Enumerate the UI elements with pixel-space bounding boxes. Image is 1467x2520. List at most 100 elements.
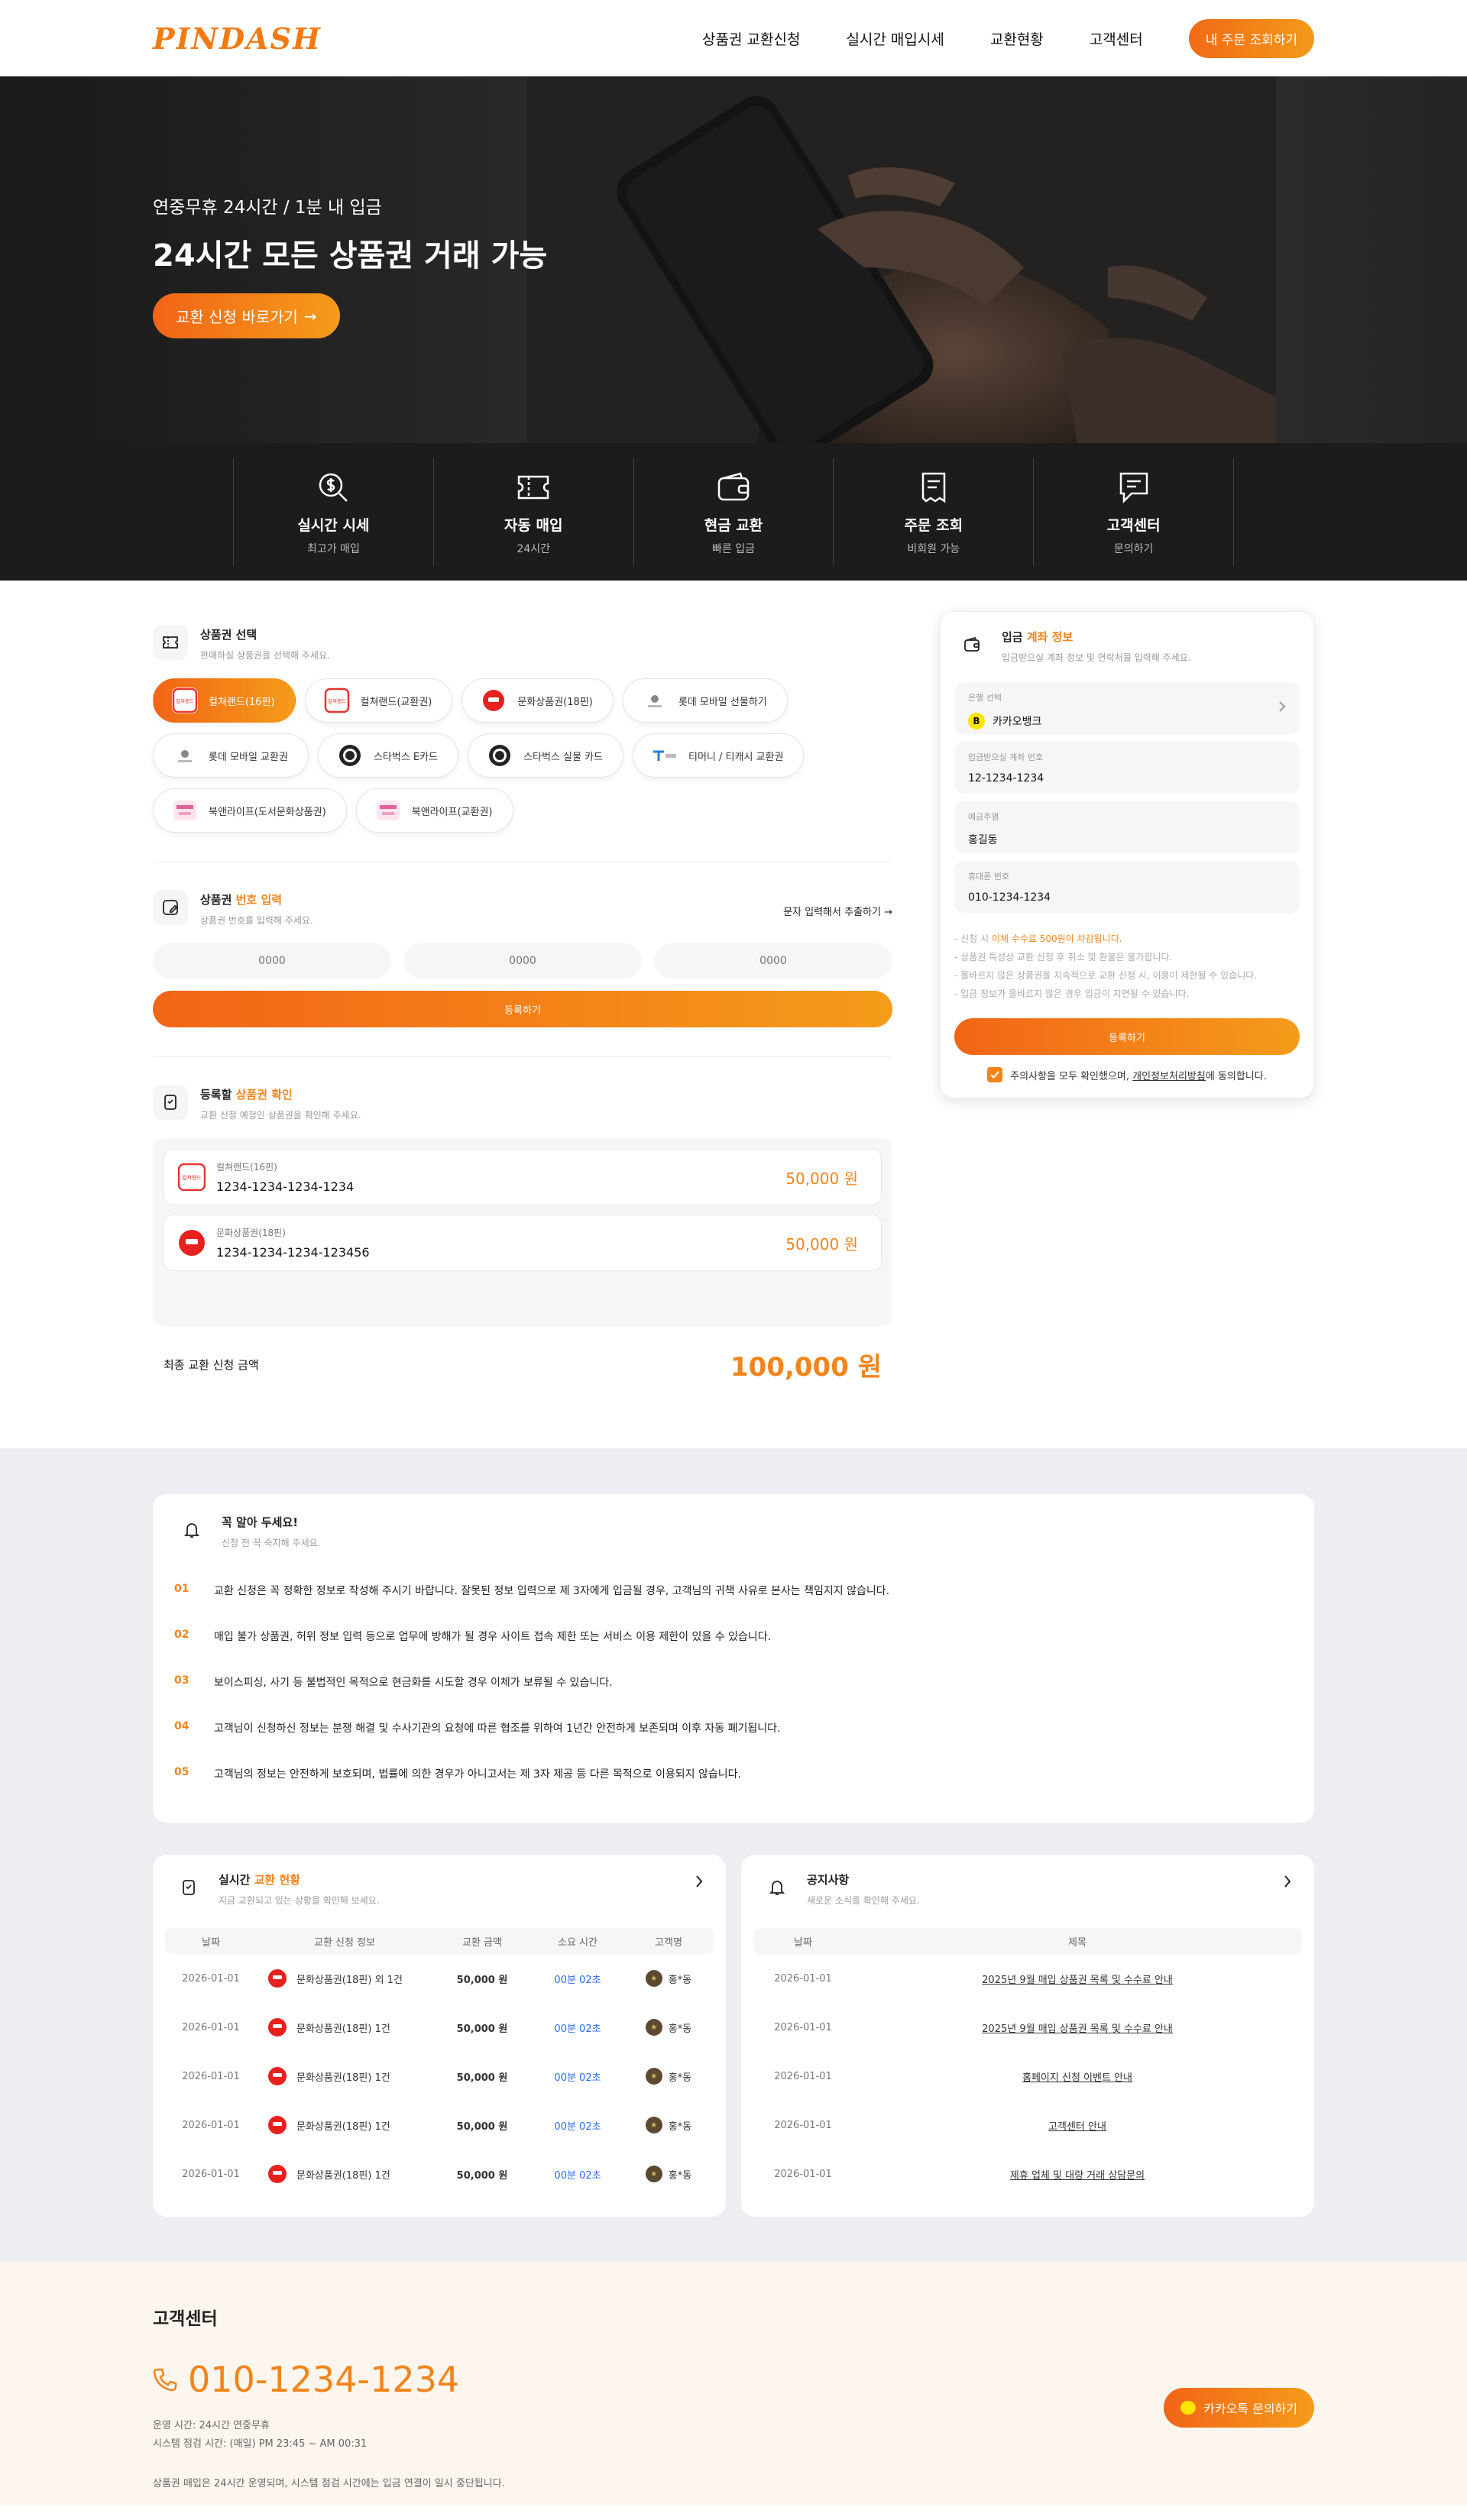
chip-cultureland-16[interactable]: 컬쳐랜드 컬쳐랜드(16핀) (153, 678, 296, 723)
field-label: 입금받으실 계좌 번호 (968, 752, 1044, 762)
table-row[interactable]: 2026-01-01 고객센터 안내 (753, 2101, 1302, 2150)
pin-input-3[interactable] (654, 943, 892, 979)
svg-text:컬쳐랜드: 컬쳐랜드 (182, 1174, 202, 1181)
registered-voucher[interactable]: 문화상품권(18핀) 1234-1234-1234-123456 50,000 … (164, 1215, 882, 1271)
voucher-logo-icon (374, 797, 401, 823)
culture-voucher-logo-icon (268, 2067, 287, 2085)
phone-field[interactable]: 휴대폰 번호 010-1234-1234 (954, 861, 1300, 913)
agree-row[interactable]: 주의사항을 모두 확인했으며, 개인정보처리방침에 동의합니다. (954, 1067, 1300, 1082)
site-footer: 고객센터 010-1234-1234 운영 시간: 24시간 연중무휴 시스템 … (0, 2261, 1467, 2505)
nav-support[interactable]: 고객센터 (1090, 28, 1143, 49)
chip-starbucks-ecard[interactable]: 스타벅스 E카드 (317, 733, 459, 778)
account-holder-field[interactable]: 예금주명 홍길동 (954, 801, 1300, 853)
table-row[interactable]: 2026-01-01 2025년 9월 매입 상품권 목록 및 수수료 안내 (753, 1954, 1302, 2003)
note-restrict: - 올바르지 않은 상품권을 지속적으로 교환 신청 시, 이용이 제한될 수 … (954, 970, 1258, 981)
notice-text: 고객님이 신청하신 정보는 분쟁 해결 및 수사기관의 요청에 따른 협조를 위… (214, 1723, 781, 1735)
table-row[interactable]: 2026-01-01 제휴 업체 및 대량 거래 상담문의 (753, 2150, 1302, 2198)
chip-booknlife[interactable]: 북앤라이프(도서문화상품권) (153, 788, 347, 833)
row-customer: ★ 홍*동 (623, 2166, 714, 2182)
row-customer: ★ 홍*동 (623, 1970, 714, 1987)
pin-register-button[interactable]: 등록하기 (153, 991, 892, 1027)
chip-tmoney[interactable]: 티머니 / 티캐시 교환권 (633, 733, 805, 778)
table-row[interactable]: 2026-01-01 문화상품권(18핀) 1건 50,000 원 00분 02초 ★ 홍… (165, 2052, 714, 2101)
hero-subtitle: 연중무휴 24시간 / 1분 내 입금 (153, 198, 382, 218)
receipt-icon (915, 468, 953, 506)
note-refund: - 상품권 특성상 교환 신청 후 취소 및 환불은 불가합니다. (954, 952, 1173, 962)
row-title-link[interactable]: 제휴 업체 및 대량 거래 상담문의 (853, 2167, 1302, 2182)
ticket-icon (514, 468, 552, 506)
privacy-policy-link[interactable]: 개인정보처리방침 (1132, 1071, 1206, 1082)
section-title: 입금 계좌 정보 (1002, 630, 1074, 644)
sms-extract-link[interactable]: 문자 입력해서 추출하기 → (783, 904, 892, 918)
row-date: 2026-01-01 (774, 2021, 832, 2033)
total-amount: 100,000 원 (730, 1352, 882, 1383)
feature-live-price[interactable]: 실시간 시세 최고가 매입 (233, 458, 433, 565)
feature-auto-buy[interactable]: 자동 매입 24시간 (432, 458, 633, 565)
footer-maintenance: 시스템 점검 시간: (매일) PM 23:45 ~ AM 00:31 (153, 2438, 368, 2450)
table-header: 날짜 교환 신청 정보 교환 금액 소요 시간 고객명 (165, 1928, 714, 1954)
chip-starbucks-card[interactable]: 스타벅스 실물 카드 (468, 733, 624, 778)
feature-order-lookup[interactable]: 주문 조회 비회원 가능 (833, 458, 1033, 565)
voucher-amount: 50,000 원 (785, 1234, 858, 1254)
section-desc: 상품권 번호를 입력해 주세요. (200, 915, 313, 926)
row-title-link[interactable]: 고객센터 안내 (853, 2118, 1302, 2133)
wallet-icon (714, 468, 753, 506)
culture-voucher-logo-icon (178, 1229, 206, 1257)
chip-cultureland-voucher[interactable]: 컬쳐랜드 컬쳐랜드(교환권) (304, 678, 453, 723)
pin-input-section: 상품권 번호 입력 상품권 번호를 입력해 주세요. 문자 입력해서 추출하기 … (153, 890, 892, 1027)
table-row[interactable]: 2026-01-01 문화상품권(18핀) 1건 50,000 원 00분 02초 ★ 홍… (165, 2003, 714, 2052)
chip-label: 문화상품권(18핀) (517, 696, 593, 708)
chip-culture-voucher-18[interactable]: 문화상품권(18핀) (461, 678, 614, 723)
bank-select[interactable]: 은행 선택 B 카카오뱅크 (954, 682, 1300, 734)
voucher-logo-icon (652, 742, 678, 768)
chip-label: 롯데 모바일 선물하기 (678, 696, 767, 708)
deposit-card: 입금 계좌 정보 입금받으실 계좌 정보 및 연락처를 입력해 주세요. 은행 … (940, 611, 1314, 1098)
nav-live-price[interactable]: 실시간 매입시세 (846, 28, 944, 49)
footer-phone[interactable]: 010-1234-1234 (153, 2359, 1314, 2400)
nav-exchange[interactable]: 상품권 교환신청 (702, 28, 800, 49)
table-row[interactable]: 2026-01-01 홈페이지 신청 이벤트 안내 (753, 2052, 1302, 2101)
feature-support[interactable]: 고객센터 문의하기 (1033, 458, 1234, 565)
chip-lotte-gift[interactable]: 롯데 모바일 선물하기 (622, 678, 788, 723)
feature-cash[interactable]: 현금 교환 빠른 입금 (633, 458, 834, 565)
main-nav: 상품권 교환신청 실시간 매입시세 교환현황 고객센터 내 주문 조회하기 (702, 18, 1314, 58)
logo[interactable]: PINDASH (153, 21, 322, 56)
chip-lotte-voucher[interactable]: 롯데 모바일 교환권 (153, 733, 309, 778)
row-info: 문화상품권(18핀) 1건 (257, 2066, 432, 2086)
hero-exchange-button[interactable]: 교환 신청 바로가기 → (153, 293, 340, 338)
table-row[interactable]: 2026-01-01 문화상품권(18핀) 1건 50,000 원 00분 02초 ★ 홍… (165, 2101, 714, 2150)
chevron-right-icon[interactable] (695, 1875, 703, 1891)
account-number-field[interactable]: 입금받으실 계좌 번호 12-1234-1234 (954, 742, 1300, 794)
chevron-right-icon[interactable] (1284, 1875, 1291, 1891)
field-label: 휴대폰 번호 (968, 872, 1010, 882)
row-time: 00분 02초 (554, 2023, 601, 2035)
chip-booknlife-voucher[interactable]: 북앤라이프(교환권) (355, 788, 513, 833)
nav-status[interactable]: 교환현황 (990, 28, 1044, 49)
row-date: 2026-01-01 (182, 1972, 240, 1985)
table-row[interactable]: 2026-01-01 문화상품권(18핀) 외 1건 50,000 원 00분 02초… (165, 1954, 714, 2003)
row-amount: 50,000 원 (456, 2072, 508, 2084)
table-row[interactable]: 2026-01-01 문화상품권(18핀) 1건 50,000 원 00분 02초 ★ 홍… (165, 2150, 714, 2198)
deposit-register-button[interactable]: 등록하기 (954, 1018, 1300, 1055)
kakao-inquiry-button[interactable]: 카카오톡 문의하기 (1164, 2388, 1314, 2428)
hero-button-label: 교환 신청 바로가기 (176, 308, 298, 326)
table-row[interactable]: 2026-01-01 2025년 9월 매입 상품권 목록 및 수수료 안내 (753, 2003, 1302, 2052)
agree-text: 주의사항을 모두 확인했으며, 개인정보처리방침에 동의합니다. (1010, 1070, 1267, 1082)
row-title-link[interactable]: 2025년 9월 매입 상품권 목록 및 수수료 안내 (853, 1972, 1302, 1986)
row-title-link[interactable]: 2025년 9월 매입 상품권 목록 및 수수료 안내 (853, 2020, 1302, 2035)
row-date: 2026-01-01 (182, 2168, 240, 2180)
feature-sub: 비회원 가능 (907, 542, 960, 555)
notice-item: 01 교환 신청은 꼭 정확한 정보로 작성해 주시기 바랍니다. 잘못된 정보 … (174, 1583, 1293, 1598)
footer-note: 상품권 매입은 24시간 운영되며, 시스템 점검 시간에는 입금 연결이 일시… (153, 2478, 505, 2489)
checkbox-checked-icon[interactable] (987, 1067, 1003, 1082)
section-title: 상품권 번호 입력 (200, 893, 283, 907)
order-lookup-button[interactable]: 내 주문 조회하기 (1188, 18, 1314, 58)
pin-input-1[interactable] (153, 943, 391, 979)
registered-voucher[interactable]: 컬쳐랜드 컬쳐랜드(16핀) 1234-1234-1234-1234 50,00… (164, 1149, 882, 1205)
feature-bar: 실시간 시세 최고가 매입 자동 매입 24시간 현금 교환 빠른 입금 주문 … (0, 443, 1467, 581)
row-title-link[interactable]: 홈페이지 신청 이벤트 안내 (853, 2069, 1302, 2084)
svg-text:컬쳐랜드: 컬쳐랜드 (328, 697, 346, 704)
feature-title: 현금 교환 (704, 516, 763, 534)
section-title: 실시간 교환 현황 (219, 1873, 301, 1887)
pin-input-2[interactable] (403, 943, 642, 979)
